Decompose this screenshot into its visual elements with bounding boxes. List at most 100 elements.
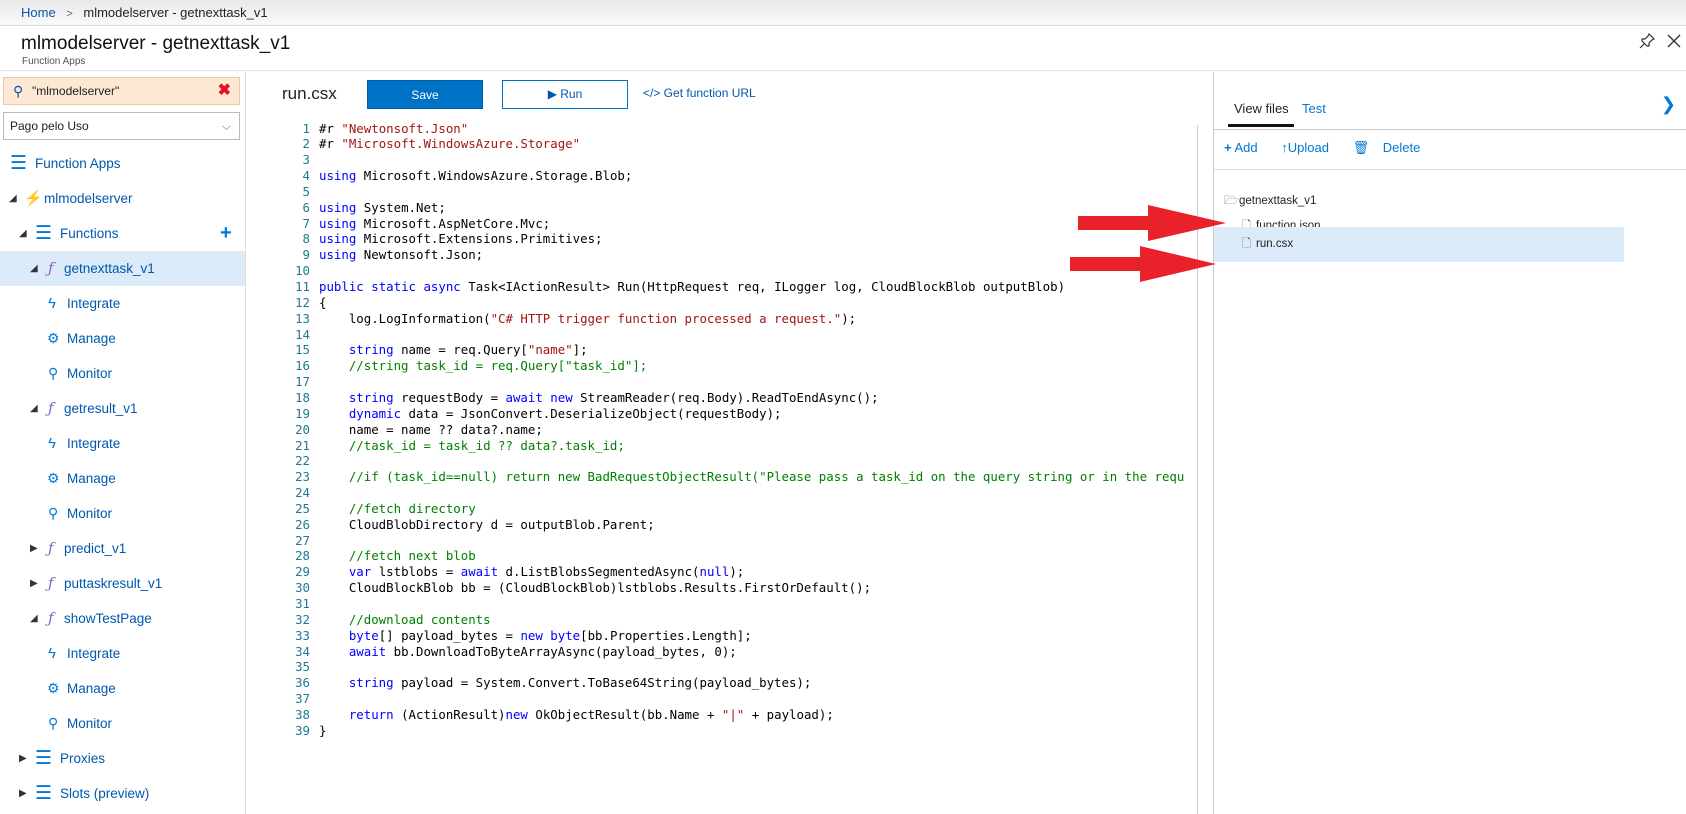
tree-item-label: mlmodelserver [44, 191, 133, 206]
line-number: 18 [295, 389, 310, 405]
tab-view-files[interactable]: View files [1234, 101, 1289, 116]
code-text: dynamic data = JsonConvert.DeserializeOb… [348, 405, 782, 421]
add-file-button[interactable]: + Add [1224, 140, 1268, 155]
get-function-url-link[interactable]: </> Get function URL [643, 86, 756, 100]
tree-item-label: Slots (preview) [60, 786, 150, 801]
code-text: using Microsoft.Extensions.Primitives; [319, 231, 603, 247]
tree-item-getnexttask-v1[interactable]: ◢ ƒ getnexttask_v1 [0, 251, 245, 286]
tree-item-proxies[interactable]: ▶ ☰ Proxies [0, 741, 245, 776]
line-number: 8 [302, 231, 310, 247]
close-icon[interactable] [1664, 33, 1684, 53]
code-text: #r "Newtonsoft.Json" [319, 120, 469, 136]
run-button[interactable]: ▶ Run [502, 80, 628, 109]
red-arrow-annotation [1078, 205, 1226, 241]
tree-item-puttaskresult-v1[interactable]: ▶ ƒ puttaskresult_v1 [0, 566, 245, 601]
tree-item-mlmodelserver[interactable]: ◢ ⚡ mlmodelserver [0, 181, 245, 216]
file-item-run-csx[interactable]: 🗋 run.csx [1242, 227, 1293, 261]
code-text: //fetch next blob [348, 548, 476, 564]
delete-file-label: Delete [1382, 140, 1421, 155]
function-icon: ƒ [48, 539, 54, 557]
lightning-icon: ϟ [48, 295, 56, 312]
tree-item-label: Manage [67, 331, 116, 346]
add-function-icon[interactable]: + [220, 216, 232, 251]
file-actions: + Add ↑Upload 🗑 Delete [1224, 140, 1440, 156]
tree-item-monitor[interactable]: ⚲ Monitor [0, 706, 245, 741]
code-text: CloudBlobDirectory d = outputBlob.Parent… [319, 516, 655, 532]
tree-item-manage[interactable]: ⚙ Manage [0, 461, 245, 496]
page-subtitle: Function Apps [22, 56, 86, 67]
line-number: 34 [295, 643, 310, 659]
tree-item-getresult-v1[interactable]: ◢ ƒ getresult_v1 [0, 391, 245, 426]
search-icon: ⚲ [13, 83, 24, 99]
line-number: 37 [295, 691, 310, 707]
tree-item-label: Integrate [67, 296, 121, 311]
line-number: 29 [295, 564, 310, 580]
tree-item-label: Manage [67, 681, 116, 696]
gear-icon: ⚙ [47, 470, 60, 486]
code-editor[interactable]: 1 #r "Newtonsoft.Json" 2 #r "Microsoft.Wind… [247, 120, 1212, 814]
line-number: 6 [302, 199, 310, 215]
line-number: 38 [295, 706, 310, 722]
tree-item-slots[interactable]: ▶ ☰ Slots (preview) [0, 776, 245, 811]
code-text: using System.Net; [319, 199, 446, 215]
lightning-icon: ϟ [48, 645, 56, 662]
line-number: 20 [295, 421, 310, 437]
tree-item-integrate[interactable]: ϟ Integrate [0, 636, 245, 671]
tree-item-integrate[interactable]: ϟ Integrate [0, 426, 245, 461]
editor-file-title: run.csx [282, 84, 337, 103]
line-number: 30 [295, 580, 310, 596]
delete-file-button[interactable]: 🗑 Delete [1353, 140, 1431, 155]
tab-test[interactable]: Test [1302, 101, 1326, 116]
subscription-select[interactable]: Pago pelo Uso ⌵ [3, 112, 240, 140]
tree-item-predict-v1[interactable]: ▶ ƒ predict_v1 [0, 531, 245, 566]
tree-item-monitor[interactable]: ⚲ Monitor [0, 496, 245, 531]
save-button[interactable]: Save [367, 80, 483, 109]
breadcrumb: Home > mlmodelserver - getnexttask_v1 [0, 0, 1686, 26]
breadcrumb-home-link[interactable]: Home [21, 5, 56, 20]
expand-down-icon[interactable]: ◢ [30, 251, 38, 286]
search-input[interactable]: ⚲ "mlmodelserver" ✖ [3, 77, 240, 105]
pin-icon[interactable] [1637, 32, 1657, 53]
line-number: 31 [295, 596, 310, 611]
divider [1214, 129, 1686, 130]
expand-down-icon[interactable]: ◢ [9, 181, 17, 216]
tree-item-manage[interactable]: ⚙ Manage [0, 321, 245, 356]
tree-item-functions[interactable]: ◢ ☰ Functions + [0, 216, 245, 251]
code-text: byte[] payload_bytes = new byte[bb.Prope… [348, 627, 752, 643]
expand-down-icon[interactable]: ◢ [19, 216, 27, 251]
code-text: //task_id = task_id ?? data?.task_id; [348, 437, 625, 453]
tree-item-showtestpage[interactable]: ◢ ƒ showTestPage [0, 601, 245, 636]
tree-item-manage[interactable]: ⚙ Manage [0, 671, 245, 706]
tree-item-integrate[interactable]: ϟ Integrate [0, 286, 245, 321]
list-icon: ☰ [10, 153, 28, 174]
expand-right-icon[interactable]: ▶ [30, 566, 38, 601]
code-text: #r "Microsoft.WindowsAzure.Storage" [319, 136, 581, 152]
plus-icon: + [1224, 140, 1232, 155]
lightning-icon: ϟ [48, 435, 56, 452]
nav-function-apps[interactable]: ☰ Function Apps [0, 146, 245, 181]
blade-header: mlmodelserver - getnexttask_v1 Function … [0, 27, 1686, 71]
line-number: 13 [295, 310, 310, 326]
search-icon: ⚲ [48, 715, 59, 731]
expand-down-icon[interactable]: ◢ [30, 601, 38, 636]
divider [1214, 169, 1686, 170]
tree-item-label: getnexttask_v1 [64, 261, 155, 276]
tree-item-label: Manage [67, 471, 116, 486]
tree-item-monitor[interactable]: ⚲ Monitor [0, 356, 245, 391]
line-number: 32 [295, 611, 310, 627]
code-text: //download contents [348, 611, 491, 627]
folder-open-icon: 🗁 [1224, 195, 1239, 207]
chevron-right-icon[interactable]: ❯ [1661, 94, 1676, 115]
editor-toolbar: run.csx Save ▶ Run </> Get function URL [247, 72, 1212, 120]
code-text: CloudBlockBlob bb = (CloudBlockBlob)lstb… [319, 580, 872, 596]
tree-item-label: Monitor [67, 716, 113, 731]
list-icon: ☰ [35, 223, 53, 244]
function-icon: ƒ [48, 399, 54, 417]
expand-right-icon[interactable]: ▶ [30, 531, 38, 566]
expand-right-icon[interactable]: ▶ [19, 741, 27, 776]
expand-down-icon[interactable]: ◢ [30, 391, 38, 426]
upload-file-button[interactable]: ↑Upload [1281, 140, 1339, 155]
clear-search-icon[interactable]: ✖ [218, 78, 231, 104]
expand-right-icon[interactable]: ▶ [19, 776, 27, 811]
breadcrumb-current: mlmodelserver - getnexttask_v1 [83, 5, 268, 20]
